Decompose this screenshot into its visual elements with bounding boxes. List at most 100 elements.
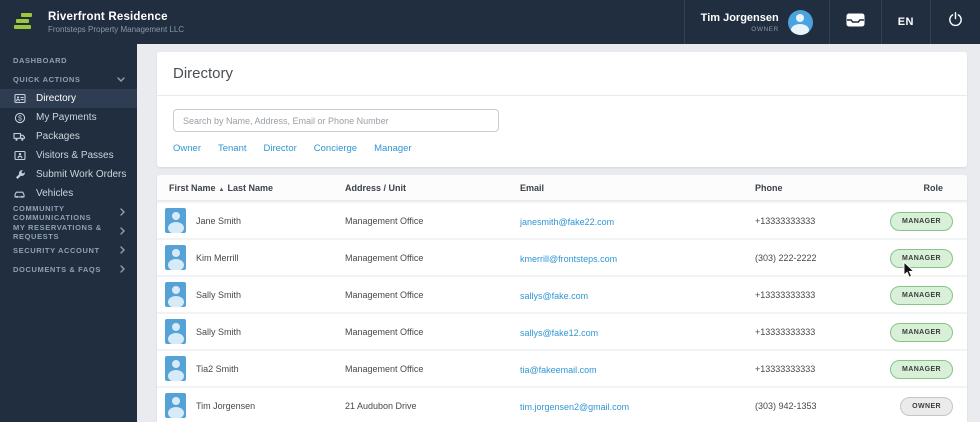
chevron-right-icon [120,207,125,218]
search-input[interactable] [173,109,499,132]
table-row[interactable]: Jane Smith Management Office janesmith@f… [157,201,967,238]
resident-name: Jane Smith [196,215,242,226]
sidebar-item-label: Vehicles [36,188,74,199]
chevron-right-icon [120,226,125,237]
resident-phone: +13333333333 [755,326,816,337]
sidebar-item-label: Submit Work Orders [36,169,127,180]
language-selector[interactable]: EN [880,0,930,44]
power-icon [947,11,964,33]
main-content: Directory Owner Tenant Director Concierg… [137,44,980,422]
section-label: DOCUMENTS & FAQS [13,265,101,274]
table-header-row: First Name ▲ Last Name Address / Unit Emai… [157,175,967,201]
sidebar-item-label: Directory [36,93,77,104]
table-row[interactable]: Sally Smith Management Office sallys@fak… [157,312,967,349]
dashboard-label: DASHBOARD [13,56,68,65]
avatar [165,319,186,344]
sidebar-item-dashboard[interactable]: DASHBOARD [0,51,137,70]
role-badge: OWNER [900,397,953,416]
resident-name: Tim Jorgensen [196,400,256,411]
chevron-down-icon [117,75,125,84]
filter-owner[interactable]: Owner [173,143,201,154]
avatar [165,282,186,307]
resident-address: Management Office [345,326,424,337]
directory-card-header: Directory [157,52,967,96]
role-badge: MANAGER [890,286,953,305]
table-row[interactable]: Sally Smith Management Office sallys@fak… [157,275,967,312]
resident-name: Tia2 Smith [196,363,239,374]
sidebar-item-packages[interactable]: Packages [0,127,137,146]
chevron-right-icon [120,264,125,275]
avatar [165,245,186,270]
sidebar-item-submit-work-orders[interactable]: Submit Work Orders [0,165,137,184]
resident-phone: (303) 222-2222 [755,252,817,263]
filter-tenant[interactable]: Tenant [218,143,247,154]
filter-director[interactable]: Director [264,143,297,154]
filter-manager[interactable]: Manager [374,143,412,154]
role-badge: MANAGER [890,212,953,231]
column-header-name[interactable]: First Name ▲ Last Name [165,183,345,193]
language-label: EN [897,16,914,28]
chevron-right-icon [120,245,125,256]
avatar [165,393,186,418]
sidebar-item-my-payments[interactable]: $ My Payments [0,108,137,127]
resident-name: Sally Smith [196,326,242,337]
column-header-phone[interactable]: Phone [755,183,885,193]
avatar[interactable] [787,9,813,35]
table-row[interactable]: Tia2 Smith Management Office tia@fakeema… [157,349,967,386]
brand: Riverfront Residence Frontsteps Property… [0,11,184,34]
directory-card: Directory Owner Tenant Director Concierg… [157,52,967,167]
dollar-circle-icon: $ [13,112,26,124]
avatar [165,208,186,233]
truck-icon [13,131,26,143]
page-title: Directory [173,65,234,82]
section-label: SECURITY ACCOUNT [13,246,100,255]
sidebar-item-directory[interactable]: Directory [0,89,137,108]
sidebar-item-visitors-passes[interactable]: Visitors & Passes [0,146,137,165]
resident-address: Management Office [345,252,424,263]
sidebar-section-documents-faqs[interactable]: DOCUMENTS & FAQS [0,260,137,279]
inbox-button[interactable] [828,0,881,44]
role-badge: MANAGER [890,249,953,268]
resident-address: Management Office [345,363,424,374]
first-name-header: First Name [169,182,216,193]
resident-email-link[interactable]: kmerrill@frontsteps.com [520,254,617,264]
sidebar-item-vehicles[interactable]: Vehicles [0,184,137,203]
user-menu[interactable]: Tim Jorgensen OWNER [683,0,829,44]
directory-table: First Name ▲ Last Name Address / Unit Emai… [157,175,967,422]
logout-button[interactable] [930,0,980,44]
resident-address: Management Office [345,289,424,300]
sidebar-section-my-reservations-requests[interactable]: MY RESERVATIONS & REQUESTS [0,222,137,241]
resident-email-link[interactable]: sallys@fake12.com [520,328,598,338]
last-name-header: Last Name [227,182,274,193]
id-card-icon [13,150,26,162]
column-header-email[interactable]: Email [520,183,755,193]
resident-phone: +13333333333 [755,215,816,226]
avatar [165,356,186,381]
resident-email-link[interactable]: sallys@fake.com [520,291,588,301]
community-name: Riverfront Residence [48,10,168,23]
sidebar-item-label: Visitors & Passes [36,150,114,161]
column-header-address[interactable]: Address / Unit [345,183,520,193]
resident-email-link[interactable]: janesmith@fake22.com [520,217,614,227]
table-row[interactable]: Kim Merrill Management Office kmerrill@f… [157,238,967,275]
sidebar-section-community-communications[interactable]: COMMUNITY COMMUNICATIONS [0,203,137,222]
sidebar: DASHBOARD QUICK ACTIONS Directory $ My P… [0,44,137,422]
quick-actions-label: QUICK ACTIONS [13,75,81,84]
resident-email-link[interactable]: tia@fakeemail.com [520,365,597,375]
sort-asc-icon: ▲ [218,186,225,193]
column-header-role[interactable]: Role [885,183,957,193]
sidebar-section-quick-actions[interactable]: QUICK ACTIONS [0,70,137,89]
resident-phone: (303) 942-1353 [755,400,817,411]
resident-name: Sally Smith [196,289,242,300]
resident-email-link[interactable]: tim.jorgensen2@gmail.com [520,402,629,412]
resident-address: Management Office [345,215,424,226]
role-badge: MANAGER [890,360,953,379]
company-name: Frontsteps Property Management LLC [48,24,185,34]
sidebar-item-label: Packages [36,131,80,142]
car-icon [13,188,26,200]
svg-text:$: $ [18,115,22,122]
table-row[interactable]: Tim Jorgensen 21 Audubon Drive tim.jorge… [157,386,967,422]
filter-concierge[interactable]: Concierge [314,143,357,154]
sidebar-section-security-account[interactable]: SECURITY ACCOUNT [0,241,137,260]
inbox-icon [846,13,865,32]
